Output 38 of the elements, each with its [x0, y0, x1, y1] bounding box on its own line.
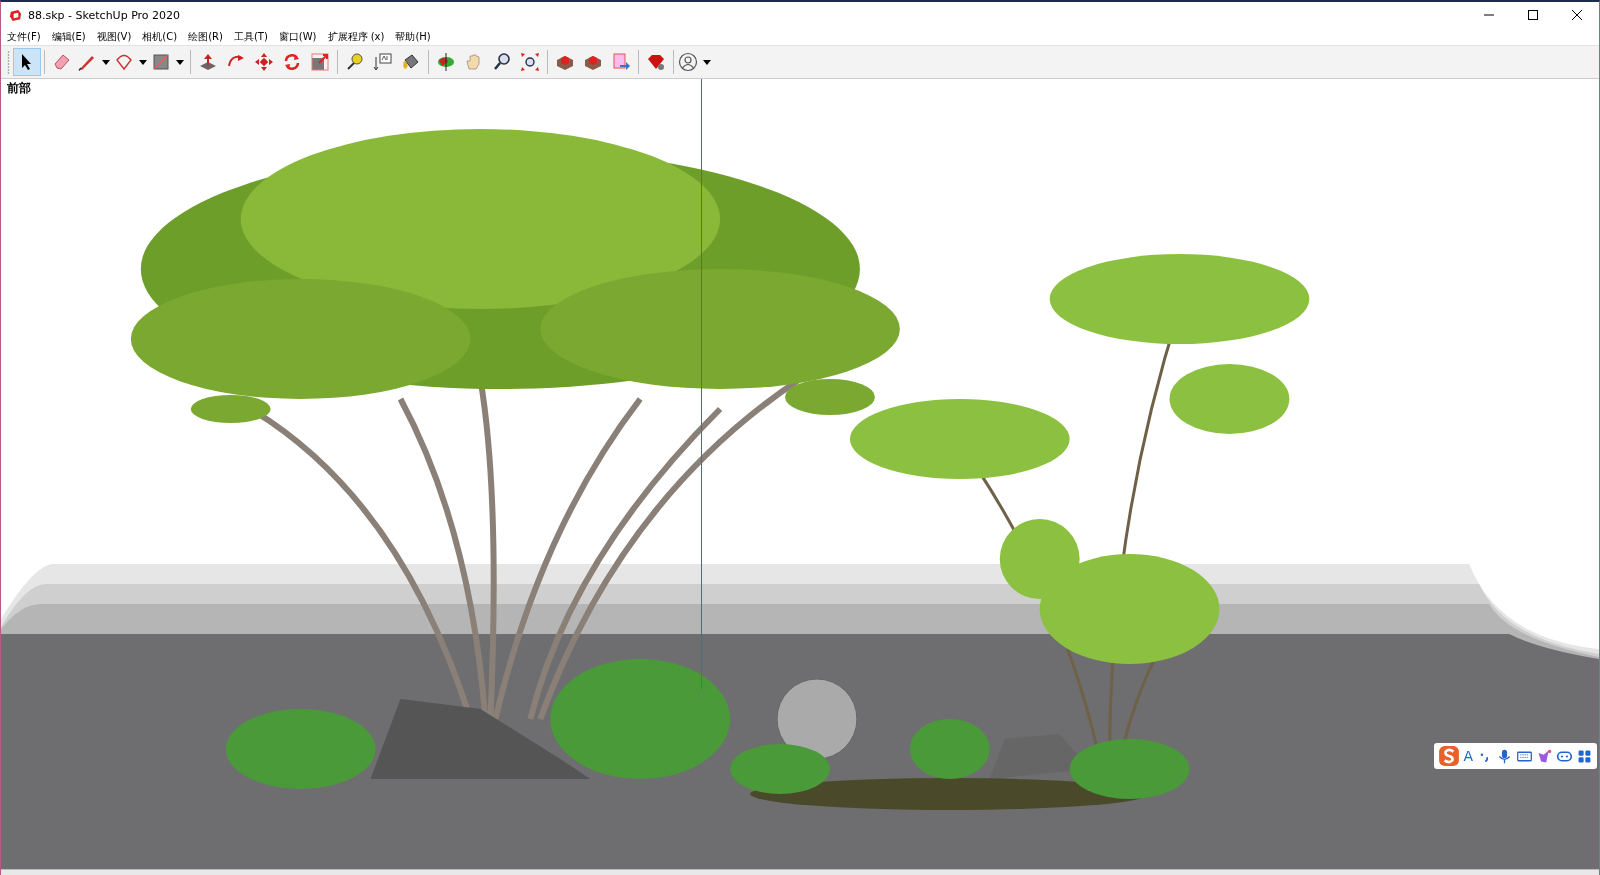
account-icon [678, 52, 698, 72]
gem-icon [646, 52, 666, 72]
ime-toolbar[interactable]: A [1434, 743, 1597, 769]
caret-icon [102, 59, 110, 65]
menu-item[interactable]: 文件(F) [7, 29, 41, 44]
rotate-icon [282, 52, 302, 72]
push-pull-icon [198, 52, 218, 72]
input-mode-label[interactable]: A [1463, 748, 1473, 764]
menu-item[interactable]: 视图(V) [96, 29, 132, 44]
menu-item[interactable]: 工具(T) [233, 29, 268, 44]
caret-icon [139, 59, 147, 65]
menu-item[interactable]: 扩展程序 (x) [327, 29, 385, 44]
menu-item[interactable]: 帮助(H) [395, 29, 431, 44]
zoom-icon [492, 52, 512, 72]
zoom-extents-icon [520, 52, 540, 72]
app-logo-icon [9, 8, 22, 22]
view-label: 前部 [7, 80, 31, 97]
text-label-icon [373, 52, 393, 72]
orbit-icon [436, 52, 456, 72]
tape-measure-icon [345, 52, 365, 72]
menu-item[interactable]: 相机(C) [142, 29, 178, 44]
tool-button[interactable] [13, 48, 41, 76]
caret-icon [703, 59, 711, 65]
scale-icon [310, 52, 330, 72]
toolbar-grip-icon[interactable] [7, 49, 10, 75]
eraser-icon [52, 52, 72, 72]
menu-item[interactable]: 绘图(R) [188, 29, 223, 44]
send-document-icon [611, 52, 631, 72]
caret-icon [176, 59, 184, 65]
arc-icon [114, 52, 134, 72]
move-icon [254, 52, 274, 72]
paint-bucket-icon [401, 52, 421, 72]
window-title: 88.skp - SketchUp Pro 2020 [28, 8, 181, 22]
input-method-logo-icon [1438, 745, 1461, 767]
menu-item[interactable]: 窗口(W) [278, 29, 317, 44]
rectangle-icon [151, 52, 171, 72]
menu-item[interactable]: 编辑(E) [51, 29, 86, 44]
microphone-icon[interactable] [1496, 747, 1513, 765]
